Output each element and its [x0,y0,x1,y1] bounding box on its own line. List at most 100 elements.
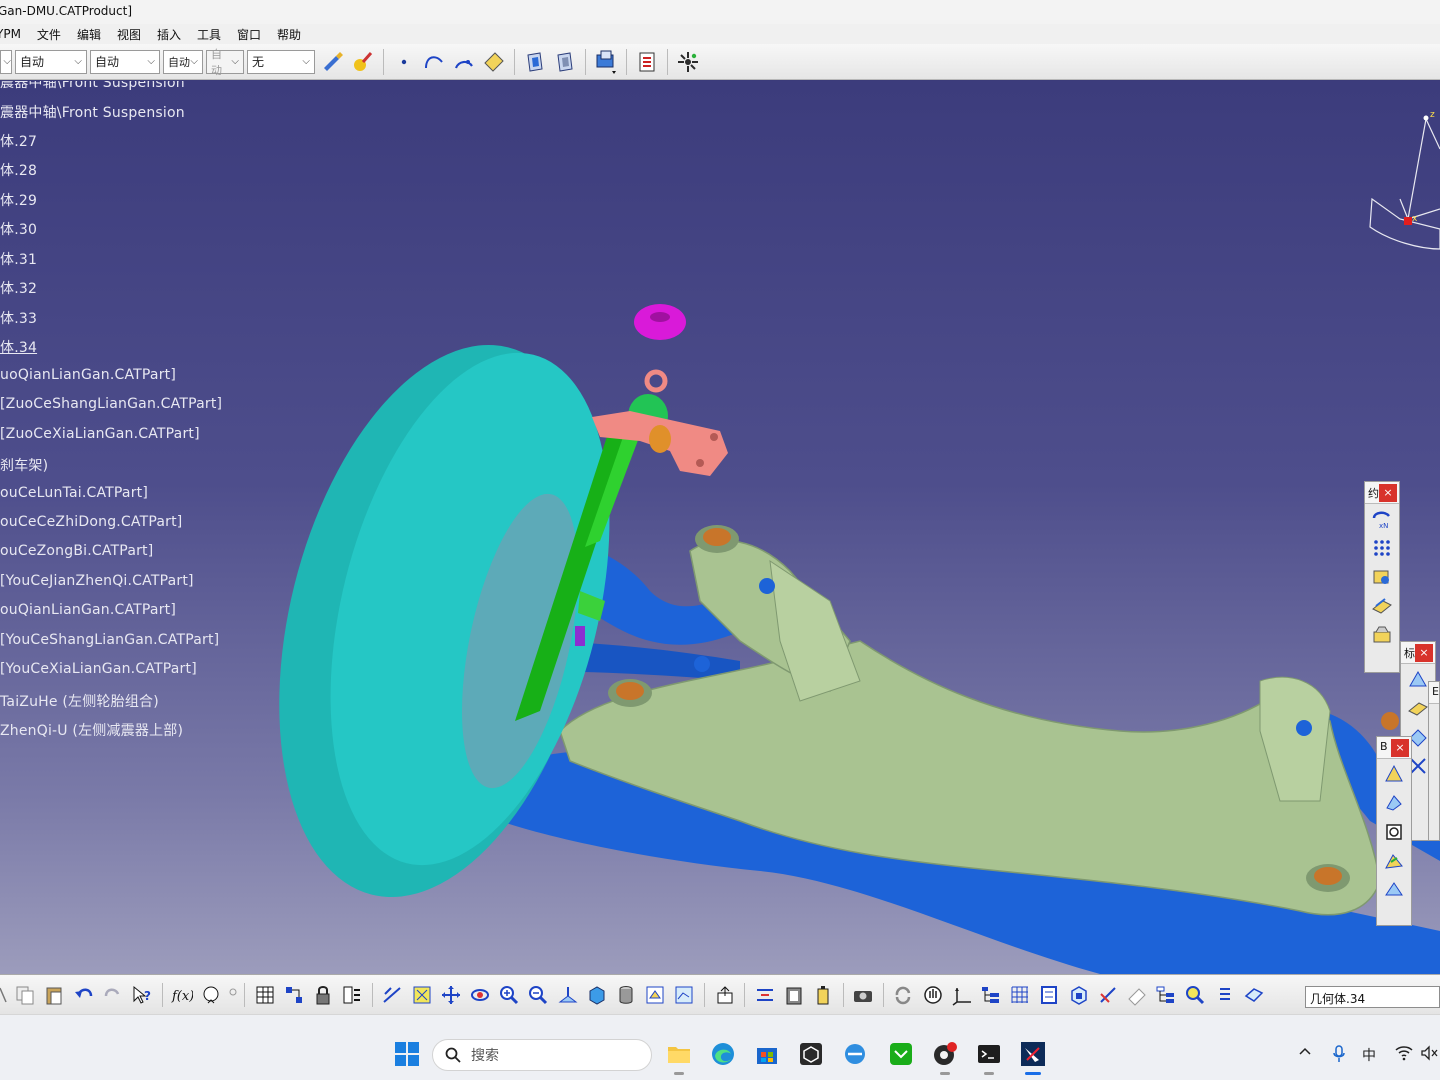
tree-node[interactable]: [YouCeJianZhenQi.CATPart] [0,573,194,589]
compass-handle[interactable] [1423,115,1429,121]
tree-node[interactable]: ouCeZongBi.CATPart] [0,543,153,559]
spec-tree-icon[interactable] [979,983,1003,1007]
palette-header[interactable]: E [1429,682,1439,704]
work-object-icon[interactable] [1242,983,1266,1007]
smart-move-icon[interactable] [1380,818,1408,846]
color-dropdown[interactable]: ⌵ [0,49,12,74]
recorder-icon[interactable] [930,1039,960,1069]
pan-icon[interactable] [439,983,463,1007]
iso-view-icon[interactable] [585,983,609,1007]
tree-node[interactable]: 体.31 [0,249,37,269]
axis-to-axis-icon[interactable] [1096,983,1120,1007]
fix-component-icon[interactable] [1368,563,1396,591]
grid-icon[interactable] [1008,983,1032,1007]
tree-node[interactable]: 体.29 [0,190,37,210]
camera-icon[interactable] [851,983,875,1007]
manipulation-hand-icon[interactable] [921,983,945,1007]
cut-plane-icon[interactable] [753,983,777,1007]
coincidence-constraint-icon[interactable]: xN [1368,505,1396,533]
fit-all-icon[interactable] [410,983,434,1007]
snap-icon[interactable] [1380,789,1408,817]
tree-node-current[interactable]: 体.34 [0,337,37,357]
zoom-out-icon[interactable] [526,983,550,1007]
catalog-icon[interactable] [282,983,306,1007]
part-body-icon[interactable] [1067,983,1091,1007]
copy-icon[interactable] [13,983,37,1007]
fly-mode-icon[interactable] [380,983,404,1007]
knowledge-icon[interactable] [199,983,223,1007]
clipboard-icon[interactable] [782,983,806,1007]
tree-node[interactable]: uoQianLianGan.CATPart] [0,367,176,383]
menu-help[interactable]: 帮助 [269,26,309,43]
palette-header[interactable]: B × [1377,737,1411,759]
table-icon[interactable] [253,983,277,1007]
redo-icon[interactable] [101,983,125,1007]
contact-constraint-icon[interactable] [1368,592,1396,620]
battery-icon[interactable] [811,983,835,1007]
store-icon[interactable] [752,1039,782,1069]
work-object-field[interactable]: 几何体.34 [1305,986,1440,1008]
wechat-icon[interactable] [886,1039,916,1069]
tree-node[interactable]: 刹车架) [0,455,48,475]
snap-palette[interactable]: B × [1376,736,1412,926]
tree-node[interactable]: 震器中轴\Front Suspension [0,102,185,122]
zoom-in-icon[interactable] [497,983,521,1007]
line-type-dropdown[interactable]: 自动 ⌵ [163,49,203,74]
rotate-icon[interactable] [468,983,492,1007]
tree-node[interactable]: TaiZuHe (左侧轮胎组合) [0,691,159,711]
start-icon[interactable] [392,1039,422,1069]
shading-icon[interactable] [614,983,638,1007]
tree-node[interactable]: [ZuoCeShangLianGan.CATPart] [0,396,222,412]
constraint-palette[interactable]: 约 × xN [1364,481,1400,673]
menu-edit[interactable]: 编辑 [69,26,109,43]
explode-icon[interactable] [675,49,701,75]
secondary-palette[interactable]: E [1428,681,1440,841]
menu-window[interactable]: 窗口 [229,26,269,43]
axis-system-icon[interactable] [950,983,974,1007]
properties-brush-icon[interactable] [350,49,376,75]
tree-node[interactable]: ouQianLianGan.CATPart] [0,602,176,618]
point-type-dropdown[interactable]: 自动 ⌵ [206,48,244,77]
wifi-icon[interactable] [1395,1045,1413,1065]
tree-node[interactable]: 体.28 [0,160,37,180]
tree-node[interactable]: 体.32 [0,278,37,298]
3d-app-icon[interactable] [796,1039,826,1069]
bulb-icon[interactable] [229,983,237,1007]
component-icon[interactable] [552,49,578,75]
close-icon[interactable]: × [1415,644,1433,662]
menu-file[interactable]: 文件 [29,26,69,43]
tree-node[interactable]: [ZuoCeXiaLianGan.CATPart] [0,426,200,442]
hierarchy-icon[interactable] [1154,983,1178,1007]
refresh-icon[interactable] [891,983,915,1007]
microphone-icon[interactable] [1332,1045,1346,1067]
spline-icon[interactable] [421,49,447,75]
terminal-icon[interactable] [974,1039,1004,1069]
tree-node[interactable]: ouCeCeZhiDong.CATPart] [0,514,182,530]
menu-insert[interactable]: 插入 [149,26,189,43]
chevron-up-icon[interactable] [1298,1045,1312,1063]
offset-constraint-icon[interactable] [1368,621,1396,649]
grid-pattern-icon[interactable] [1368,534,1396,562]
compass-widget[interactable]: z x [1360,109,1440,259]
edge-icon[interactable] [708,1039,738,1069]
undo-icon[interactable] [72,983,96,1007]
manipulation-icon[interactable] [1380,760,1408,788]
tree-node[interactable]: 体.33 [0,308,37,328]
menu-ypm[interactable]: YPM [0,27,29,41]
line-thickness-dropdown[interactable]: 自动 ⌵ [90,49,160,74]
tree-node[interactable]: [YouCeShangLianGan.CATPart] [0,632,219,648]
point-icon[interactable] [391,49,417,75]
tree-node[interactable]: [YouCeXiaLianGan.CATPart] [0,661,197,677]
formula-icon[interactable]: f(x) [170,983,194,1007]
stop-manipulate-icon[interactable] [1380,876,1408,904]
sheet-metal-icon[interactable] [1125,983,1149,1007]
product-icon[interactable] [522,49,548,75]
tree-node[interactable]: ouCeLunTai.CATPart] [0,485,148,501]
sketch-icon[interactable] [1037,983,1061,1007]
tree-node[interactable]: 体.27 [0,131,37,151]
suspension-model[interactable] [0,81,1440,974]
ie-icon[interactable] [840,1039,870,1069]
file-explorer-icon[interactable] [664,1039,694,1069]
hide-show-icon[interactable] [643,983,667,1007]
close-icon[interactable]: × [1391,739,1409,757]
